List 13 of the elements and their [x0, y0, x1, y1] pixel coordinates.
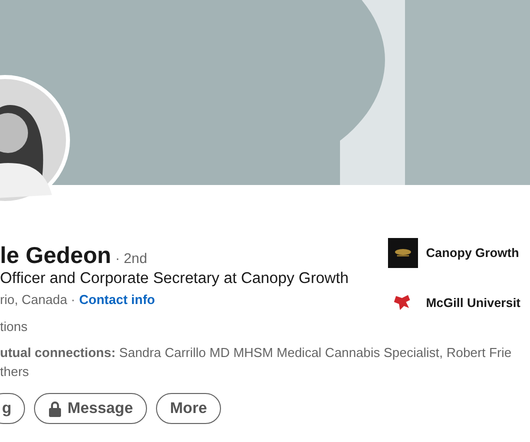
contact-info-link[interactable]: Contact info	[79, 291, 155, 309]
connection-degree: · 2nd	[115, 249, 148, 268]
mutual-connections: utual connections: Sandra Carrillo MD MHSM Medical Cannabis Specialist, Robert Frie thers	[0, 344, 512, 381]
lock-icon	[48, 400, 62, 416]
message-button[interactable]: Message	[34, 393, 147, 424]
profile-action-button[interactable]: g	[0, 393, 26, 424]
connections-count: tions	[0, 318, 28, 336]
experience-name[interactable]: Canopy Growth	[426, 244, 520, 262]
headline: Officer and Corporate Secretary at Canopy Growth	[0, 269, 350, 289]
experience-name[interactable]: McGill Universit	[426, 294, 520, 312]
location: rio, Canada ·	[0, 291, 76, 309]
profile-action-button[interactable]: More	[156, 393, 221, 424]
profile-name: le Gedeon	[0, 241, 112, 269]
